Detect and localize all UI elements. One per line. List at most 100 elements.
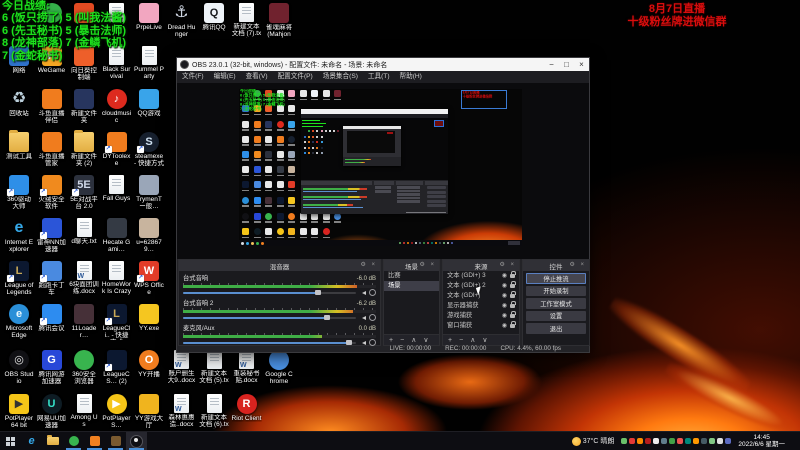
desktop-icon[interactable]: L↗LeagueCli.. - 快捷方式 bbox=[102, 304, 132, 340]
desktop-icon[interactable]: d聊天.txt bbox=[69, 218, 99, 245]
sources-toolbar-button[interactable]: − bbox=[459, 337, 463, 344]
desktop-icon[interactable]: ▶ PotPlayer 64 bit bbox=[4, 394, 34, 429]
speaker-icon[interactable] bbox=[360, 290, 366, 295]
scenes-panel-header[interactable]: 场景 ⚙ × bbox=[384, 260, 439, 271]
scenes-toolbar-button[interactable]: ∨ bbox=[423, 336, 428, 344]
desktop-icon[interactable]: Q 腾讯QQ bbox=[199, 3, 229, 31]
minimize-button[interactable]: − bbox=[544, 59, 559, 71]
tray-icon-3[interactable] bbox=[645, 438, 652, 444]
lock-icon[interactable] bbox=[510, 281, 516, 288]
desktop-icon[interactable]: Fall Guys bbox=[102, 175, 132, 202]
desktop-icon[interactable]: 360安全浏览器 bbox=[69, 350, 99, 385]
sources-toolbar-button[interactable]: ∨ bbox=[482, 336, 487, 344]
panel-header-icons[interactable]: ⚙ × bbox=[569, 260, 586, 271]
tray-icon-2[interactable] bbox=[637, 438, 644, 444]
taskbar-orange-app[interactable] bbox=[84, 432, 105, 450]
desktop-icon[interactable]: 11Loader… bbox=[69, 304, 99, 339]
controls-panel-header[interactable]: 控件 ⚙ × bbox=[523, 260, 589, 271]
preview-canvas[interactable]: 今日战绩: 6 (饭只捞了) 5 (叫我法酱) 6 (先玉秘书) 5 (暴击法师) 8… bbox=[177, 83, 589, 259]
weather-widget[interactable]: 37°C 晴朗 bbox=[571, 436, 614, 446]
visibility-eye-icon[interactable]: ◉ bbox=[502, 271, 507, 281]
desktop-icon[interactable]: 6块面团训练.docx bbox=[69, 261, 99, 295]
desktop-icon[interactable]: W ↗ WPS Office bbox=[134, 261, 164, 296]
visibility-eye-icon[interactable]: ◉ bbox=[502, 291, 507, 301]
tray-icon-12[interactable] bbox=[717, 438, 724, 444]
control-button[interactable]: 停止推流 bbox=[526, 273, 586, 284]
desktop-icon[interactable]: 新建文本文档 (6).txt bbox=[199, 394, 229, 429]
desktop-icon[interactable]: 斗鱼直播管家 bbox=[37, 132, 67, 167]
desktop-icon[interactable]: ◎ OBS Studio bbox=[4, 350, 34, 385]
mixer-settings-icon[interactable] bbox=[369, 314, 376, 321]
menu-s[interactable]: 场景集合(S) bbox=[318, 71, 363, 83]
source-item[interactable]: 游戏捕获 ◉ bbox=[443, 311, 519, 321]
desktop-icon[interactable]: PrpeLive bbox=[134, 3, 164, 31]
tray-icon-11[interactable] bbox=[709, 438, 716, 444]
desktop-icon[interactable]: e Internet Explorer bbox=[4, 218, 34, 253]
mixer-volume-slider[interactable] bbox=[183, 290, 356, 295]
sources-toolbar-button[interactable]: + bbox=[448, 337, 452, 344]
source-item[interactable]: 文本 (GDI+) 3 ◉ bbox=[443, 271, 519, 281]
desktop-icon[interactable]: 雀魂麻将 (Mahjong… bbox=[264, 3, 294, 39]
source-item[interactable]: 显示器捕获 ◉ bbox=[443, 301, 519, 311]
desktop-icon[interactable]: YY游戏大厅 bbox=[134, 394, 164, 429]
control-button[interactable]: 开始录制 bbox=[526, 285, 586, 296]
desktop-icon[interactable]: R Riot Client bbox=[232, 394, 262, 422]
selected-text-source-box[interactable]: 8月7日直播 十级粉丝牌进微信群 bbox=[461, 90, 507, 109]
control-button[interactable]: 设置 bbox=[526, 310, 586, 321]
desktop-icon[interactable]: Among Us bbox=[69, 394, 99, 428]
menu-p[interactable]: 配置文件(P) bbox=[273, 71, 318, 83]
display-capture-preview[interactable]: 今日战绩: 6 (饭只捞了) 5 (叫我法酱) 6 (先玉秘书) 5 (暴击法师) 8… bbox=[239, 89, 522, 246]
desktop-icon[interactable]: ⚓ Dread Hunger bbox=[167, 3, 197, 38]
scenes-toolbar-button[interactable]: − bbox=[400, 337, 404, 344]
obs-titlebar[interactable]: OBS 23.0.1 (32-bit, windows) - 配置文件: 未命名… bbox=[177, 58, 589, 71]
desktop-icon[interactable]: 5E ↗ 5E对战平台 2.0 bbox=[69, 175, 99, 210]
tray-icon-13[interactable] bbox=[725, 438, 732, 444]
tray-icon-1[interactable] bbox=[629, 438, 636, 444]
scene-item[interactable]: 场景 bbox=[384, 281, 439, 291]
scene-item[interactable]: 比赛 bbox=[384, 271, 439, 281]
source-item[interactable]: 窗口捕获 ◉ bbox=[443, 321, 519, 331]
lock-icon[interactable] bbox=[510, 291, 516, 298]
taskbar-obs-studio[interactable] bbox=[126, 432, 147, 450]
menu-f[interactable]: 文件(F) bbox=[177, 71, 209, 83]
tray-icon-7[interactable] bbox=[677, 438, 684, 444]
slider-handle[interactable] bbox=[323, 315, 330, 320]
scenes-toolbar-button[interactable]: + bbox=[389, 337, 393, 344]
lock-icon[interactable] bbox=[510, 321, 516, 328]
sources-toolbar-button[interactable]: ∧ bbox=[470, 336, 475, 344]
desktop-icon[interactable]: 森林惠惠造..docx bbox=[167, 394, 197, 428]
visibility-eye-icon[interactable]: ◉ bbox=[502, 311, 507, 321]
taskbar-game-app[interactable] bbox=[105, 432, 126, 450]
tray-icon-5[interactable] bbox=[661, 438, 668, 444]
desktop-icon[interactable]: Google Chrome bbox=[264, 350, 294, 385]
desktop-icon[interactable]: 账户删生大9..docx bbox=[167, 350, 197, 384]
panel-header-icons[interactable]: ⚙ × bbox=[499, 260, 516, 271]
desktop-icon[interactable]: 新建文本文档 (5).txt bbox=[199, 350, 229, 385]
desktop-icon[interactable]: TrymenT ー般… bbox=[134, 175, 164, 210]
panel-header-icons[interactable]: ⚙ × bbox=[360, 260, 377, 271]
desktop-icon[interactable]: 新建文件夹 (2) bbox=[69, 130, 99, 167]
desktop-icon[interactable]: ↗ 360驱动大师 bbox=[4, 175, 34, 210]
taskbar-file-explorer[interactable] bbox=[42, 432, 63, 450]
desktop-icon[interactable]: 新建文件夹 bbox=[69, 89, 99, 124]
desktop-icon[interactable]: ↗ 跑跑卡丁车 bbox=[37, 261, 67, 296]
desktop-icon[interactable]: U 网易UU加速器 bbox=[37, 394, 67, 429]
desktop-icon[interactable]: 新建文本文档 (7).txt bbox=[232, 3, 262, 38]
desktop-icon[interactable]: G 腾讯网游加速器 bbox=[37, 350, 67, 385]
taskbar-internet-explorer[interactable]: e bbox=[21, 432, 42, 450]
menu-t[interactable]: 工具(T) bbox=[363, 71, 395, 83]
slider-handle[interactable] bbox=[314, 290, 321, 295]
desktop-icon[interactable]: Hecate Gami… bbox=[102, 218, 132, 253]
desktop-icon[interactable]: ↗ DYToolexe bbox=[102, 132, 132, 167]
tray-icon-8[interactable] bbox=[685, 438, 692, 444]
lock-icon[interactable] bbox=[510, 301, 516, 308]
mixer-settings-icon[interactable] bbox=[369, 289, 376, 296]
mixer-panel-header[interactable]: 混音器 ⚙ × bbox=[179, 260, 380, 271]
menu-e[interactable]: 编辑(E) bbox=[209, 71, 241, 83]
desktop-icon[interactable]: 斗鱼直播伴侣 bbox=[37, 89, 67, 124]
desktop-icon[interactable]: u=628679… bbox=[134, 218, 164, 253]
panel-header-icons[interactable]: ⚙ × bbox=[419, 260, 436, 271]
desktop-icon[interactable]: ↗ 雷神NN加速器 bbox=[37, 218, 67, 253]
tray-icon-4[interactable] bbox=[653, 438, 660, 444]
desktop-icon[interactable]: e Microsoft Edge bbox=[4, 304, 34, 339]
